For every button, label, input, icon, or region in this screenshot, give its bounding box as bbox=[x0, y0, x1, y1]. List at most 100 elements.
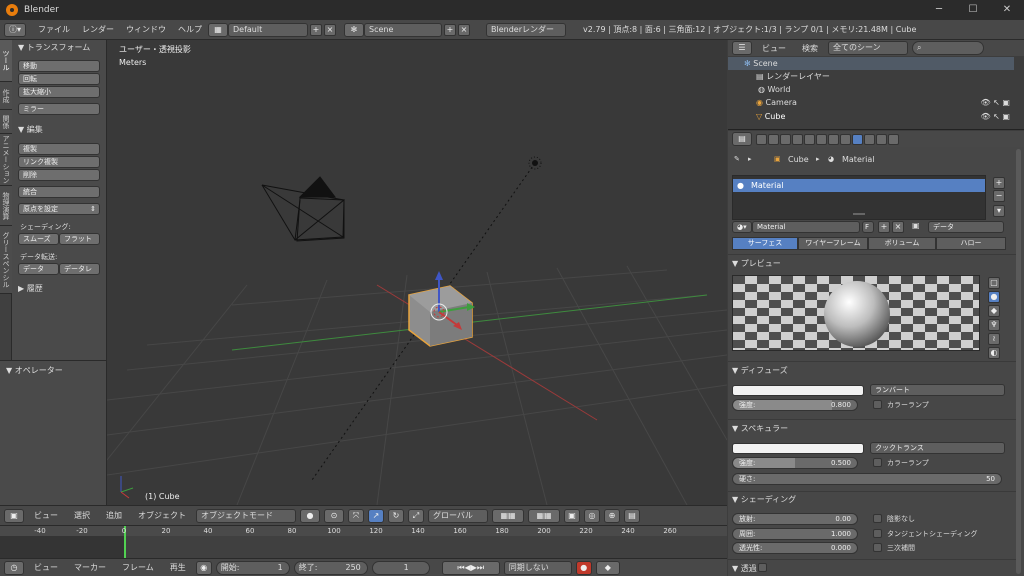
menu-view[interactable]: ビュー bbox=[28, 510, 64, 521]
diffuse-shader-selector[interactable]: ランバート bbox=[870, 384, 1005, 396]
scene-tab-icon[interactable] bbox=[780, 133, 791, 145]
render-engine-selector[interactable]: Blenderレンダー bbox=[486, 22, 566, 37]
edit-panel-header[interactable]: ▼ 編集 bbox=[18, 124, 43, 135]
start-frame-field[interactable]: 開始: 1 bbox=[215, 560, 290, 575]
tab-surface[interactable]: サーフェス bbox=[732, 237, 798, 250]
editor-type-outliner-icon[interactable]: ☰ bbox=[732, 41, 752, 55]
diffuse-ramp-checkbox[interactable] bbox=[873, 400, 882, 409]
list-resize-handle[interactable] bbox=[853, 213, 865, 215]
move-button[interactable]: 移動 bbox=[18, 60, 100, 72]
tab-relations[interactable]: 関係 bbox=[0, 110, 12, 134]
preview-flat-icon[interactable]: ▢ bbox=[988, 277, 1000, 289]
transparency-panel-header[interactable]: ▼ 透過 bbox=[732, 563, 757, 574]
properties-scrollbar[interactable] bbox=[1016, 149, 1021, 574]
transparency-checkbox[interactable] bbox=[758, 563, 767, 572]
link-type-selector[interactable]: データ bbox=[928, 221, 1004, 233]
preview-panel-header[interactable]: ▼ プレビュー bbox=[732, 258, 781, 269]
cube-visibility-icons[interactable]: 👁 ↖ ▣ bbox=[980, 110, 1010, 123]
preview-sky-icon[interactable]: ◐ bbox=[988, 347, 1000, 359]
timeline-menu-marker[interactable]: マーカー bbox=[68, 562, 112, 573]
editor-type-info-icon[interactable]: ⓘ▾ bbox=[4, 22, 26, 37]
add-layout-button[interactable]: + bbox=[310, 23, 322, 36]
outliner-row-render-layers[interactable]: ▤ レンダーレイヤー bbox=[728, 70, 1014, 83]
hardness-field[interactable]: 硬さ: 50 bbox=[732, 473, 1002, 485]
menu-object[interactable]: オブジェクト bbox=[132, 510, 192, 521]
rotate-manipulator-icon[interactable]: ↻ bbox=[388, 508, 404, 523]
layers-grid-2-icon[interactable]: ▦▦ bbox=[528, 508, 560, 523]
diffuse-color-swatch[interactable] bbox=[732, 385, 864, 396]
menu-window[interactable]: ウィンドウ bbox=[120, 24, 172, 35]
data-tab-icon[interactable] bbox=[840, 133, 851, 145]
outliner-search-field[interactable]: ⌕ bbox=[912, 41, 984, 55]
scale-manipulator-icon[interactable]: ⤢ bbox=[408, 508, 424, 523]
timeline-ruler[interactable] bbox=[0, 526, 727, 536]
render-layers-tab-icon[interactable] bbox=[768, 133, 779, 145]
end-frame-field[interactable]: 終了: 250 bbox=[293, 560, 368, 575]
pin-icon[interactable]: ✎ bbox=[734, 155, 740, 163]
menu-help[interactable]: ヘルプ bbox=[172, 24, 208, 35]
cubic-interpolation-checkbox[interactable] bbox=[873, 543, 882, 552]
tab-tools[interactable]: ツール bbox=[0, 40, 12, 82]
add-material-slot-button[interactable]: + bbox=[993, 177, 1005, 189]
remove-material-slot-button[interactable]: − bbox=[993, 190, 1005, 202]
translate-manipulator-icon[interactable]: ↗ bbox=[368, 508, 384, 523]
set-origin-dropdown[interactable]: 原点を設定 ⇕ bbox=[18, 203, 100, 215]
preview-sphere-icon[interactable]: ● bbox=[988, 291, 1000, 303]
transform-panel-header[interactable]: ▼ トランスフォーム bbox=[18, 42, 90, 53]
editor-type-3d-icon[interactable]: ▣ bbox=[4, 508, 24, 523]
preview-cube-icon[interactable]: ◆ bbox=[988, 305, 1000, 317]
tab-halo[interactable]: ハロー bbox=[936, 237, 1006, 250]
viewport-shading-icon[interactable]: ● bbox=[300, 508, 320, 523]
close-button[interactable]: ✕ bbox=[990, 0, 1024, 20]
fake-user-button[interactable]: F bbox=[862, 221, 874, 233]
outliner-menu-search[interactable]: 検索 bbox=[796, 43, 824, 54]
tab-create[interactable]: 作成 bbox=[0, 82, 12, 110]
playback-controls-icon[interactable]: ⏮◀▶⏭ bbox=[441, 560, 500, 575]
snap-icon[interactable]: ⊕ bbox=[604, 508, 620, 523]
emit-field[interactable]: 放射: 0.00 bbox=[732, 513, 858, 525]
join-button[interactable]: 統合 bbox=[18, 186, 100, 198]
timeline-editor[interactable]: -40 -20 0 20 40 60 80 100 120 140 160 180 200 220 240 2… bbox=[0, 525, 727, 558]
timeline-menu-view[interactable]: ビュー bbox=[28, 562, 64, 573]
outliner-row-camera[interactable]: ◉ Camera 👁 ↖ ▣ bbox=[728, 96, 1014, 109]
lock-camera-icon[interactable]: ▣ bbox=[564, 508, 580, 523]
minimize-button[interactable]: ─ bbox=[922, 0, 956, 20]
tab-wire[interactable]: ワイヤーフレーム bbox=[798, 237, 868, 250]
diffuse-intensity-slider[interactable]: 強度: 0.800 bbox=[732, 399, 858, 411]
sync-mode-selector[interactable]: 同期しない bbox=[503, 560, 572, 575]
3d-viewport[interactable]: ユーザー・透視投影 Meters (1) Cube bbox=[107, 40, 727, 505]
delete-layout-button[interactable]: × bbox=[324, 23, 336, 36]
scale-button[interactable]: 拡大縮小 bbox=[18, 86, 100, 98]
layers-grid-icon[interactable]: ▦▦ bbox=[492, 508, 524, 523]
maximize-button[interactable]: ☐ bbox=[956, 0, 990, 20]
diffuse-panel-header[interactable]: ▼ ディフューズ bbox=[732, 365, 788, 376]
outliner-row-cube[interactable]: ▽ Cube 👁 ↖ ▣ bbox=[728, 110, 1014, 123]
unlink-material-button[interactable]: × bbox=[892, 221, 904, 233]
constraints-tab-icon[interactable] bbox=[816, 133, 827, 145]
record-icon[interactable]: ◉ bbox=[195, 560, 212, 575]
ambient-field[interactable]: 周囲: 1.000 bbox=[732, 528, 858, 540]
outliner-display-mode[interactable]: 全てのシーン bbox=[828, 41, 908, 55]
editor-type-timeline-icon[interactable]: ◷ bbox=[4, 560, 24, 575]
scene-icon[interactable]: ✻ bbox=[344, 22, 364, 37]
lamp-object[interactable] bbox=[528, 156, 542, 170]
translucency-field[interactable]: 透光性: 0.000 bbox=[732, 542, 858, 554]
viewport-scene[interactable] bbox=[107, 40, 727, 505]
specular-intensity-slider[interactable]: 強度: 0.500 bbox=[732, 457, 858, 469]
rotate-button[interactable]: 回転 bbox=[18, 73, 100, 85]
browse-material-button[interactable]: ◕▾ bbox=[732, 221, 752, 233]
object-tab-icon[interactable] bbox=[804, 133, 815, 145]
flat-button[interactable]: フラット bbox=[59, 233, 100, 245]
render-tab-icon[interactable] bbox=[756, 133, 767, 145]
specular-color-swatch[interactable] bbox=[732, 443, 864, 454]
cube-object[interactable] bbox=[408, 285, 473, 347]
mode-selector[interactable]: オブジェクトモード bbox=[196, 508, 296, 523]
duplicate-button[interactable]: 複製 bbox=[18, 143, 100, 155]
outliner-menu-view[interactable]: ビュー bbox=[756, 43, 792, 54]
mirror-button[interactable]: ミラー bbox=[18, 103, 100, 115]
orientation-selector[interactable]: グローバル bbox=[428, 508, 488, 523]
add-scene-button[interactable]: + bbox=[444, 23, 456, 36]
menu-select[interactable]: 選択 bbox=[68, 510, 96, 521]
shadeless-checkbox[interactable] bbox=[873, 514, 882, 523]
menu-file[interactable]: ファイル bbox=[32, 24, 76, 35]
